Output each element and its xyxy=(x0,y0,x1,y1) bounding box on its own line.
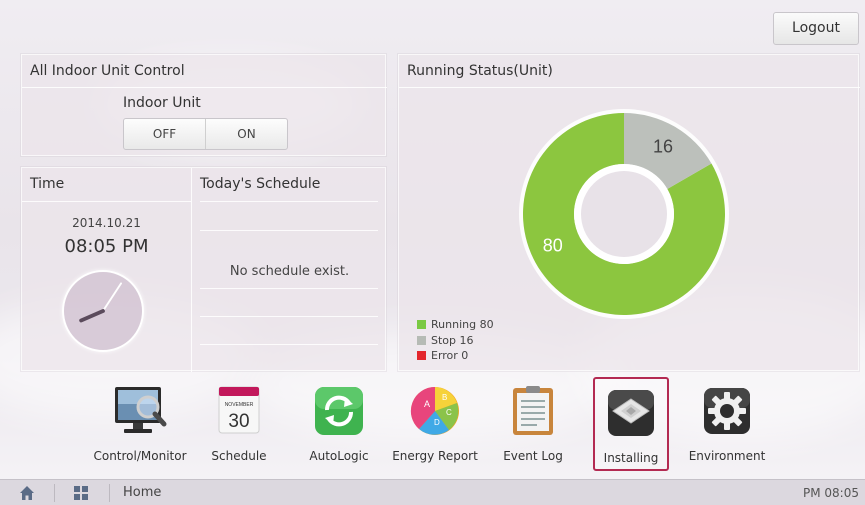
status-clock: PM 08:05 xyxy=(803,486,859,500)
ceiling-cassette-icon xyxy=(608,390,654,436)
legend-label: Error 0 xyxy=(431,349,469,362)
app-environment[interactable]: Environment xyxy=(682,377,772,471)
schedule-title: Today's Schedule xyxy=(200,176,321,192)
panel-title: All Indoor Unit Control xyxy=(30,63,185,79)
legend-stop: Stop 16 xyxy=(417,334,474,347)
app-control-monitor[interactable]: Control/Monitor xyxy=(93,377,187,471)
autologic-cycle-icon xyxy=(315,387,363,435)
monitor-magnifier-icon xyxy=(115,387,167,433)
energy-letter: C xyxy=(446,408,452,417)
home-icon[interactable] xyxy=(19,485,35,501)
divider xyxy=(54,484,55,502)
energy-letter: D xyxy=(434,418,440,427)
app-installing[interactable]: Installing xyxy=(593,377,669,471)
bottom-navigation-bar: Home PM 08:05 xyxy=(0,479,865,505)
legend-label: Stop 16 xyxy=(431,334,474,347)
running-value-label: 80 xyxy=(543,236,563,256)
calendar-day: 30 xyxy=(228,411,249,432)
indoor-unit-label: Indoor Unit xyxy=(123,95,201,111)
calendar-icon: NOVEMBER 30 xyxy=(218,386,260,434)
indoor-unit-toggle: OFF ON xyxy=(123,118,288,150)
divider xyxy=(200,316,378,317)
off-button[interactable]: OFF xyxy=(124,119,205,149)
analog-clock-icon xyxy=(62,270,144,352)
app-energy-report[interactable]: A B C D Energy Report xyxy=(390,377,480,471)
logout-button[interactable]: Logout xyxy=(773,12,859,45)
divider xyxy=(200,288,378,289)
legend-label: Running 80 xyxy=(431,318,494,331)
divider xyxy=(200,344,378,345)
legend-swatch xyxy=(417,351,426,360)
calendar-month: NOVEMBER xyxy=(225,402,254,408)
app-event-log[interactable]: Event Log xyxy=(488,377,578,471)
gear-icon xyxy=(704,388,750,434)
divider xyxy=(200,230,378,231)
divider xyxy=(109,484,110,502)
divider xyxy=(200,201,378,202)
legend-swatch xyxy=(417,336,426,345)
current-date: 2014.10.21 xyxy=(72,216,141,230)
energy-letter: B xyxy=(442,393,447,402)
legend-running: Running 80 xyxy=(417,318,494,331)
divider xyxy=(22,201,191,202)
running-status-panel: Running Status(Unit) 16 80 Running 80 St… xyxy=(398,54,860,371)
stop-value-label: 16 xyxy=(653,136,673,156)
energy-letter: A xyxy=(424,399,430,409)
current-time: 08:05 PM xyxy=(64,236,149,257)
legend-swatch xyxy=(417,320,426,329)
indoor-unit-control-panel: All Indoor Unit Control Indoor Unit OFF … xyxy=(21,54,387,156)
app-label: Environment xyxy=(688,449,766,463)
breadcrumb-home[interactable]: Home xyxy=(123,485,161,500)
energy-report-icon: A B C D xyxy=(410,386,459,435)
app-launcher-bar: Control/Monitor NOVEMBER 30 Schedule Aut… xyxy=(0,377,865,471)
donut-hole xyxy=(581,171,667,257)
no-schedule-message: No schedule exist. xyxy=(229,264,350,279)
app-schedule[interactable]: NOVEMBER 30 Schedule xyxy=(194,377,284,471)
divider xyxy=(22,87,387,88)
legend-error: Error 0 xyxy=(417,349,468,362)
on-button[interactable]: ON xyxy=(205,119,287,149)
grid-menu-icon[interactable] xyxy=(74,486,88,500)
time-title: Time xyxy=(30,176,65,192)
time-schedule-panel: Time 2014.10.21 08:05 PM Today's Schedul… xyxy=(21,167,386,372)
event-log-clipboard-icon xyxy=(513,386,553,435)
